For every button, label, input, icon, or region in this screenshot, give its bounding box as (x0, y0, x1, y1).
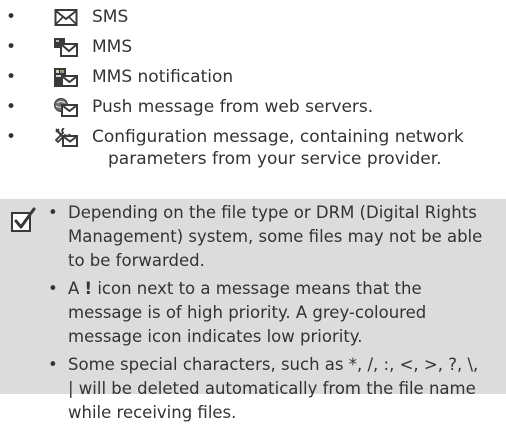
note-item: • A ! icon next to a message means that … (46, 277, 486, 349)
list-item-label: MMS (92, 37, 133, 57)
checkbox-note-icon (10, 207, 36, 233)
bullet-marker: • (6, 7, 17, 27)
bullet-marker: • (6, 97, 17, 117)
push-message-icon (54, 98, 78, 117)
list-item-mms-notification: • MMS notification (0, 62, 506, 92)
note-item: • Some special characters, such as *, /,… (46, 353, 486, 425)
note-box: • Depending on the file type or DRM (Dig… (0, 199, 506, 422)
note-item-text: Some special characters, such as *, /, :… (68, 355, 479, 422)
bullet-marker: • (6, 67, 17, 87)
list-item-sms: • SMS (0, 2, 506, 32)
bullet-marker: • (48, 279, 58, 298)
bullet-marker: • (48, 355, 58, 374)
list-item-label-line2: parameters from your service provider. (108, 149, 442, 169)
list-item-label: Configuration message, containing networ… (92, 126, 504, 170)
list-item-mms: • MMS (0, 32, 506, 62)
list-item-label: Push message from web servers. (92, 97, 374, 117)
list-item-label-line1: Configuration message, containing networ… (92, 127, 464, 147)
note-item: • Depending on the file type or DRM (Dig… (46, 201, 486, 273)
note-item-text-after: icon next to a message means that the me… (68, 279, 427, 346)
mms-envelope-icon (54, 38, 78, 57)
list-item-label: MMS notification (92, 67, 234, 87)
note-item-text-before: A (68, 279, 85, 298)
list-item-configuration-message: • Configuration message, containing netw… (0, 122, 506, 182)
high-priority-exclamation-icon: ! (84, 279, 93, 298)
configuration-message-icon (54, 128, 78, 147)
sms-envelope-icon (54, 8, 78, 27)
bullet-marker: • (6, 127, 17, 147)
mms-notification-icon (54, 68, 78, 87)
note-list: • Depending on the file type or DRM (Dig… (46, 201, 486, 429)
bullet-marker: • (48, 203, 58, 222)
list-item-label: SMS (92, 7, 129, 27)
list-item-push-message: • Push message from web servers. (0, 92, 506, 122)
bullet-marker: • (6, 37, 17, 57)
note-item-text: Depending on the file type or DRM (Digit… (68, 203, 483, 270)
